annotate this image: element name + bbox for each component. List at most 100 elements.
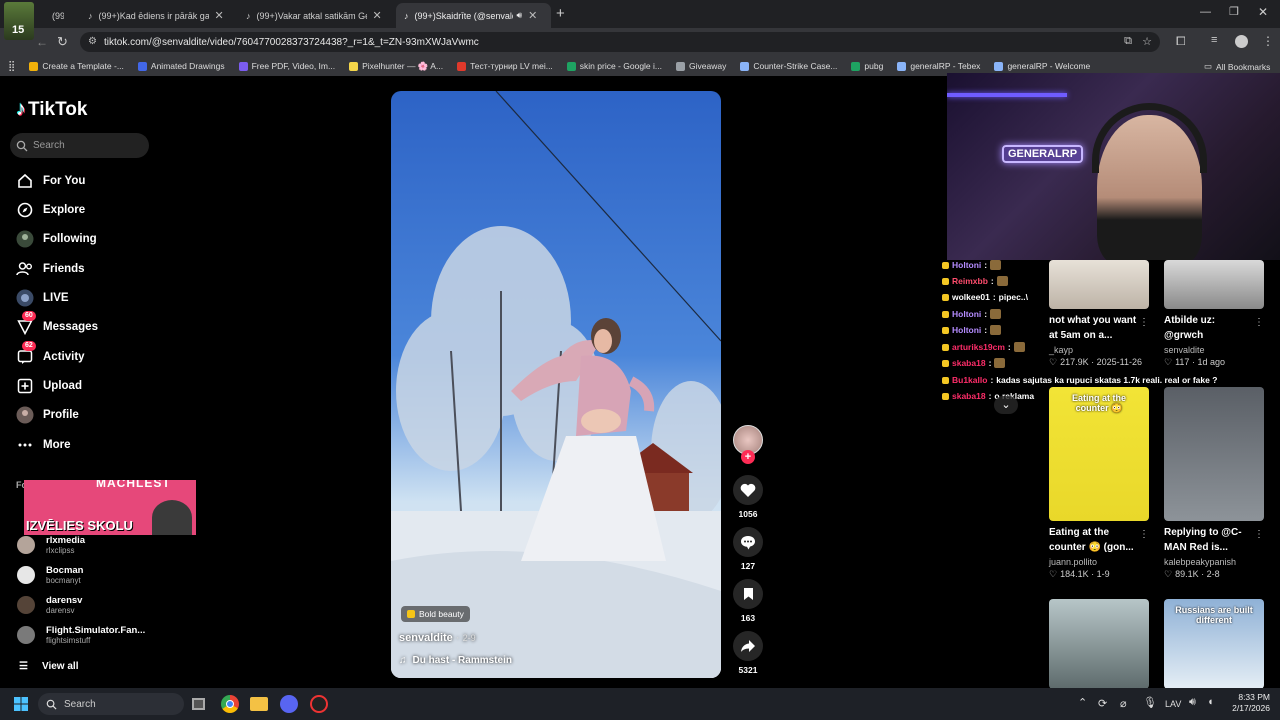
- speaker-icon[interactable]: 🔊︎: [517, 10, 523, 21]
- view-all-link[interactable]: ☰ View all: [19, 661, 78, 672]
- bookmark-item[interactable]: Тест-турнир LV mei...: [457, 61, 553, 72]
- tray-chevron-icon[interactable]: ⌃: [1078, 696, 1087, 709]
- video-card[interactable]: Eating at the counter 😳 Eating at the cou…: [1049, 387, 1149, 580]
- chrome-taskbar-icon[interactable]: [221, 695, 239, 713]
- card-more-icon[interactable]: ⋮: [1139, 317, 1149, 328]
- video-thumbnail[interactable]: [1049, 260, 1149, 309]
- video-thumbnail[interactable]: Russians are built different: [1164, 599, 1264, 689]
- bookmark-item[interactable]: skin price - Google i...: [566, 61, 662, 72]
- tab-2[interactable]: ♪ (99+)Vakar atkal satikām Gene ✕: [238, 3, 393, 28]
- video-thumbnail[interactable]: Eating at the counter 😳: [1049, 387, 1149, 521]
- site-info-icon[interactable]: ⚙: [88, 36, 97, 47]
- bookmark-item[interactable]: generalRP - Welcome: [994, 61, 1090, 72]
- bookmark-star-icon[interactable]: ☆: [1142, 35, 1152, 48]
- following-account[interactable]: Bocman bocmanyt: [17, 565, 83, 585]
- card-title[interactable]: Eating at the counter 😳 (gon...: [1049, 525, 1149, 555]
- card-more-icon[interactable]: ⋮: [1254, 317, 1264, 328]
- app-icon[interactable]: [310, 695, 328, 713]
- video-card[interactable]: Replying to @C-MAN Red is... ⋮ kalebpeakyp…: [1164, 387, 1264, 580]
- tab-1[interactable]: ♪ (99+)Kad ēdiens ir pārāk garšīg ✕: [80, 3, 235, 28]
- tray-network-icon[interactable]: ⌀: [1120, 697, 1127, 710]
- minimize-icon[interactable]: —: [1200, 6, 1211, 18]
- share-action[interactable]: 5321: [733, 631, 763, 675]
- chat-scroll-down-icon[interactable]: ⌄: [994, 396, 1018, 414]
- nav-item-explore[interactable]: Explore: [16, 201, 85, 219]
- file-explorer-icon[interactable]: [250, 697, 268, 711]
- tray-mic-icon[interactable]: 🎙︎: [1143, 696, 1157, 709]
- task-view-icon[interactable]: [192, 698, 205, 710]
- follow-plus-icon[interactable]: +: [741, 450, 755, 464]
- card-author[interactable]: _kayp: [1049, 345, 1149, 355]
- back-icon[interactable]: ←: [36, 35, 48, 49]
- video-card[interactable]: [1049, 599, 1149, 689]
- tray-volume-icon[interactable]: ◖: [1207, 696, 1214, 708]
- card-title[interactable]: not what you want at 5am on a...: [1049, 313, 1149, 343]
- taskbar-search[interactable]: Search: [38, 693, 184, 715]
- video-card[interactable]: not what you want at 5am on a... ⋮ _kayp ♡ 2…: [1049, 260, 1149, 368]
- bookmark-item[interactable]: Pixelhunter — 🌸 A...: [349, 61, 443, 72]
- tab-close-icon[interactable]: ✕: [215, 9, 224, 22]
- card-title[interactable]: Atbilde uz: @grwch: [1164, 313, 1264, 343]
- video-player[interactable]: Bold beauty senvaldite · 2-9 ♫ Du hast -…: [391, 91, 721, 678]
- following-account[interactable]: Flight.Simulator.Fan... flightsimstuff: [17, 625, 145, 645]
- nav-item-more[interactable]: More: [16, 436, 70, 454]
- comment-action[interactable]: 127: [733, 527, 763, 571]
- chrome-menu-icon[interactable]: ⋮: [1262, 34, 1274, 48]
- nav-item-following[interactable]: Following: [16, 230, 97, 248]
- bookmark-item[interactable]: Counter-Strike Case...: [740, 61, 837, 72]
- tab-close-icon[interactable]: ✕: [373, 9, 382, 22]
- card-author[interactable]: juann.pollito: [1049, 557, 1149, 567]
- video-thumbnail[interactable]: [1164, 387, 1264, 521]
- extensions-icon[interactable]: ⧠: [1176, 34, 1186, 49]
- bookmark-item[interactable]: Animated Drawings: [137, 61, 225, 72]
- video-card[interactable]: Atbilde uz: @grwch ⋮ senvaldite ♡ 117 · 1d a…: [1164, 260, 1264, 368]
- card-more-icon[interactable]: ⋮: [1254, 529, 1264, 540]
- video-thumbnail[interactable]: [1049, 599, 1149, 689]
- nav-item-upload[interactable]: Upload: [16, 377, 82, 395]
- card-more-icon[interactable]: ⋮: [1139, 529, 1149, 540]
- tab-close-icon[interactable]: ✕: [528, 9, 537, 22]
- nav-item-activity[interactable]: 62 Activity: [16, 341, 85, 366]
- close-window-icon[interactable]: ✕: [1258, 5, 1268, 19]
- all-bookmarks[interactable]: ▭ All Bookmarks: [1204, 61, 1270, 72]
- tiktok-logo[interactable]: ♪ TikTok: [16, 98, 87, 121]
- nav-item-profile[interactable]: Profile: [16, 406, 79, 424]
- video-thumbnail[interactable]: [1164, 260, 1264, 309]
- bookmark-item[interactable]: Free PDF, Video, Im...: [238, 61, 335, 72]
- bookmark-item[interactable]: pubg: [851, 61, 883, 72]
- tab-3-active[interactable]: ♪ (99+)Skaidrīte (@senvaldite 🔊︎ ✕: [396, 3, 551, 28]
- tray-app-icon[interactable]: ⟳: [1098, 697, 1107, 710]
- profile-avatar[interactable]: [1235, 35, 1248, 48]
- media-control-icon[interactable]: ≡: [1211, 34, 1217, 46]
- card-author[interactable]: senvaldite: [1164, 345, 1264, 355]
- discord-icon[interactable]: [280, 695, 298, 713]
- card-author[interactable]: kalebpeakypanish: [1164, 557, 1264, 567]
- new-tab-button[interactable]: +: [556, 5, 565, 22]
- video-tag[interactable]: Bold beauty: [401, 606, 470, 622]
- windows-start-icon[interactable]: [14, 697, 28, 711]
- save-action[interactable]: 163: [733, 579, 763, 623]
- like-action[interactable]: 1056: [733, 475, 763, 519]
- nav-item-for-you[interactable]: For You: [16, 172, 85, 190]
- clock[interactable]: 8:33 PM 2/17/2026: [1226, 692, 1270, 714]
- card-title[interactable]: Replying to @C-MAN Red is...: [1164, 525, 1264, 555]
- reload-icon[interactable]: ↻: [57, 34, 68, 50]
- search-input[interactable]: Search: [10, 133, 149, 158]
- video-author-row[interactable]: senvaldite · 2-9: [399, 632, 476, 644]
- install-app-icon[interactable]: ⧉: [1124, 35, 1132, 48]
- video-card[interactable]: Russians are built different: [1164, 599, 1264, 689]
- bookmark-icon[interactable]: [733, 579, 763, 609]
- share-icon[interactable]: [733, 631, 763, 661]
- heart-icon[interactable]: [733, 475, 763, 505]
- tray-speaker-icon[interactable]: 🔊︎: [1189, 696, 1196, 709]
- nav-item-live[interactable]: LIVE: [16, 289, 69, 307]
- apps-grid-icon[interactable]: ⣿: [8, 61, 15, 72]
- tab-0[interactable]: (99+): [32, 3, 72, 28]
- nav-item-friends[interactable]: Friends: [16, 260, 85, 278]
- following-account[interactable]: rlxmedia rlxclipss: [17, 535, 85, 555]
- url-bar[interactable]: ⚙ tiktok.com/@senvaldite/video/760477002…: [80, 32, 1160, 52]
- comment-icon[interactable]: [733, 527, 763, 557]
- following-account[interactable]: darensv darensv: [17, 595, 82, 615]
- tray-language[interactable]: LAV: [1165, 699, 1181, 709]
- bookmark-item[interactable]: Create a Template -...: [29, 61, 124, 72]
